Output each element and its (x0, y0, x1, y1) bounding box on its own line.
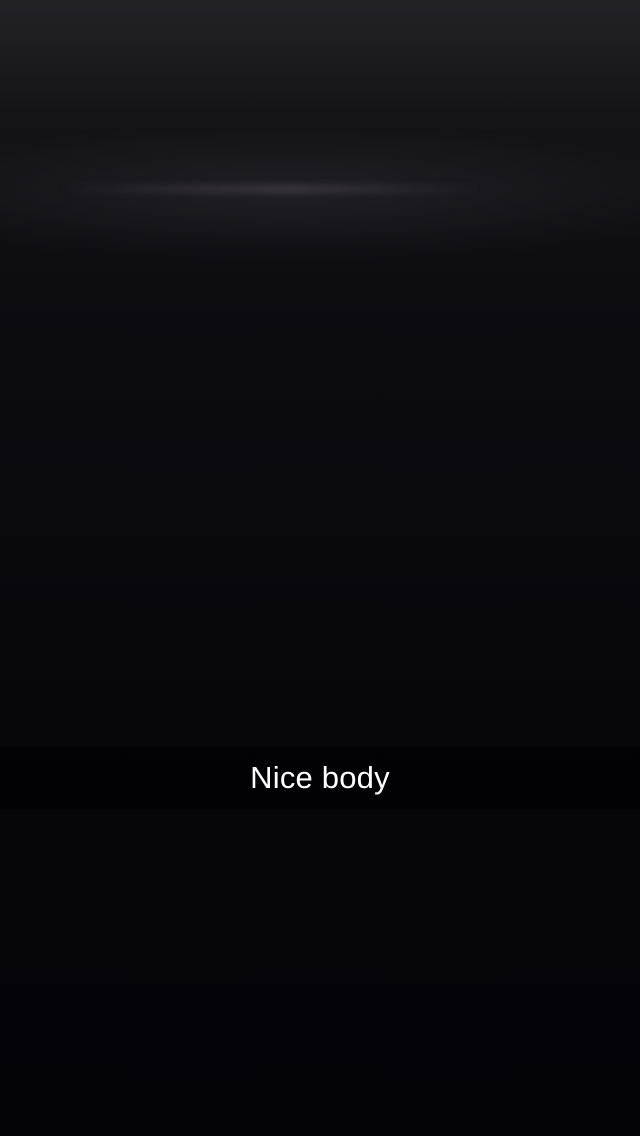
caption-text: Nice body (250, 760, 390, 795)
caption-bar: Nice body (0, 747, 640, 809)
snap-viewer[interactable]: Nice body (0, 0, 640, 1136)
photo-background (60, 184, 480, 194)
